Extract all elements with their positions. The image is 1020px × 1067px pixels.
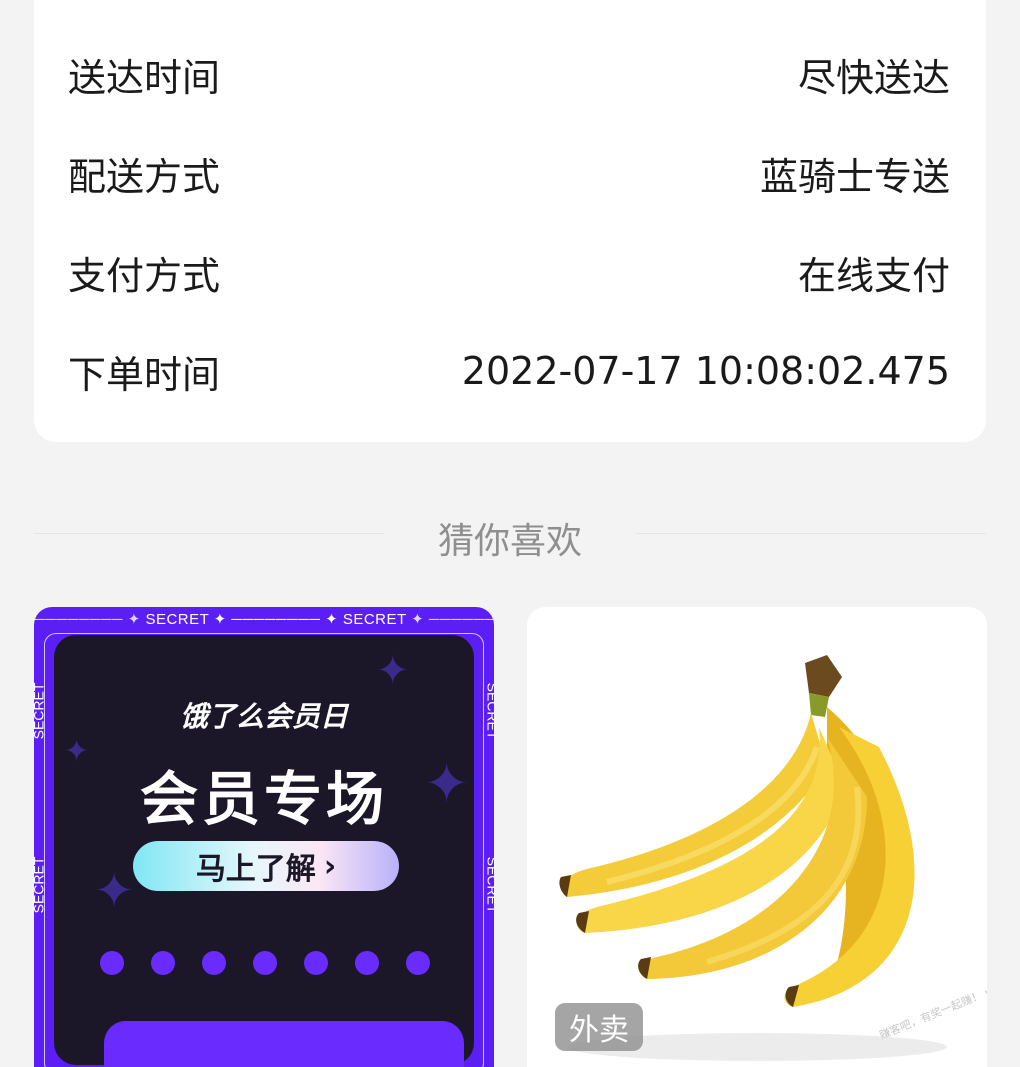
dot [253,951,277,975]
learn-more-button[interactable]: 马上了解 › [133,841,399,891]
chevron-right-icon: › [323,848,337,884]
member-day-promo-card[interactable]: ──────── ✦ SECRET ✦ ──────── ✦ SECRET ✦ … [34,607,494,1067]
takeout-tag: 外卖 [555,1003,643,1051]
payment-method-value: 在线支付 [797,253,950,298]
delivery-time-label: 送达时间 [68,55,221,100]
dot [304,951,328,975]
banana-image [559,655,947,1061]
promo-right-border-text-2: SECRET [484,856,494,914]
promo-brand-text: 饿了么会员日 [179,700,348,733]
dot [151,951,175,975]
payment-method-row: 支付方式 在线支付 [68,242,950,302]
delivery-time-value: 尽快送达 [797,55,950,100]
dot [202,951,226,975]
sparkle-icon: ✦ [94,863,135,919]
delivery-time-row: 送达时间 尽快送达 [68,44,950,104]
order-time-row: 下单时间 2022-07-17 10:08:02.475 [68,341,950,401]
learn-more-label: 马上了解 [195,852,316,887]
promo-top-border-text: ──────── ✦ SECRET ✦ ──────── ✦ SECRET ✦ … [34,611,494,628]
sparkle-icon: ✦ [376,648,410,694]
delivery-method-value: 蓝骑士专送 [759,154,950,199]
delivery-method-row: 配送方式 蓝骑士专送 [68,143,950,203]
promo-headline: 会员专场 [139,765,388,833]
payment-method-label: 支付方式 [68,253,221,298]
promo-left-border-text-2: SECRET [34,856,47,914]
recommend-section-title: 猜你喜欢 [437,521,582,562]
order-info-card: 送达时间 尽快送达 配送方式 蓝骑士专送 支付方式 在线支付 下单时间 2022… [34,0,986,442]
product-card-banana[interactable]: 赚客吧，有奖一起赚！ www.zuanke8.com 外卖 [527,607,987,1067]
dot [355,951,379,975]
dot [406,951,430,975]
promo-dots [100,951,430,977]
order-time-value: 2022-07-17 10:08:02.475 [461,349,950,393]
promo-lower-banner [104,1021,464,1067]
order-time-label: 下单时间 [68,352,221,397]
delivery-method-label: 配送方式 [68,154,221,199]
dot [100,951,124,975]
